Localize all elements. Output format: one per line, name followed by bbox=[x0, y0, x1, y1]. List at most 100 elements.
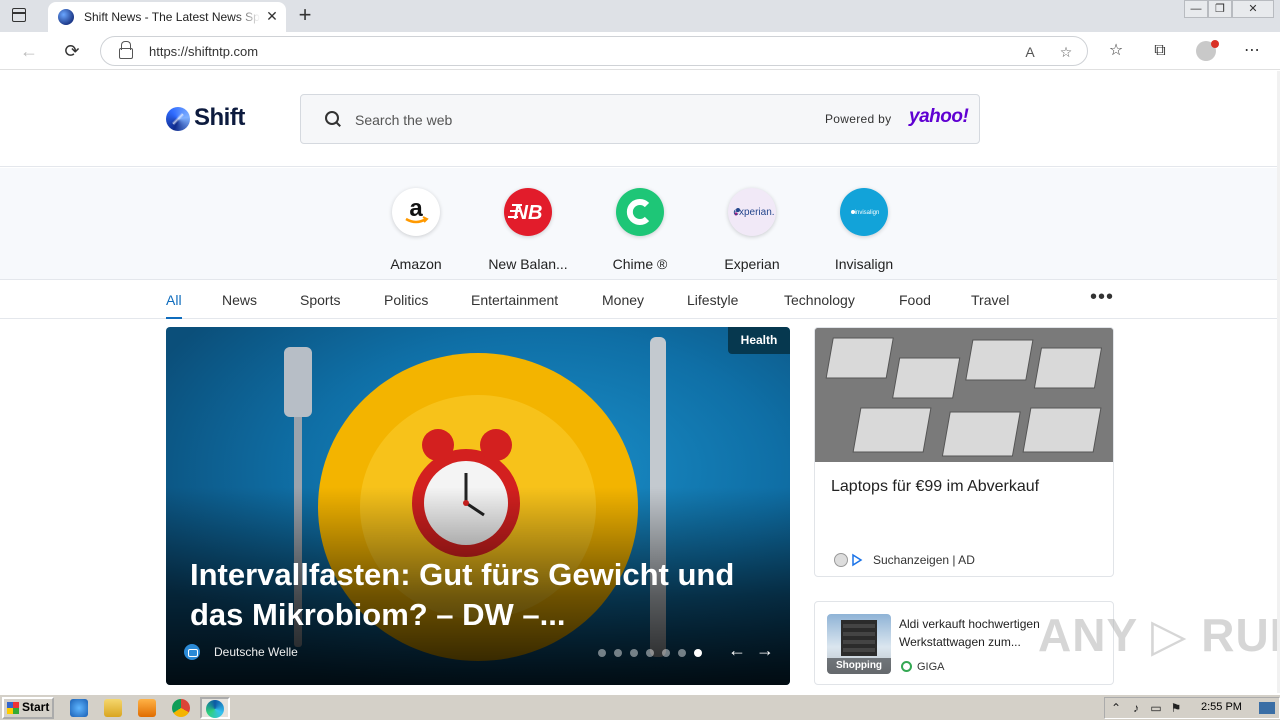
explorer-folder-icon[interactable] bbox=[104, 699, 122, 717]
tab-title: Shift News - The Latest News Sports bbox=[84, 10, 260, 24]
add-favorite-icon[interactable]: ☆ bbox=[1057, 43, 1075, 61]
next-arrow-icon[interactable]: → bbox=[756, 640, 774, 660]
deutsche-welle-icon bbox=[184, 644, 200, 660]
network-icon[interactable]: ▭ bbox=[1149, 701, 1163, 715]
address-bar[interactable]: https://shiftntp.com A ☆ bbox=[100, 36, 1088, 66]
svg-text:a: a bbox=[409, 195, 423, 222]
carousel-dot[interactable] bbox=[598, 649, 606, 657]
collections-icon[interactable]: ⧉ bbox=[1150, 41, 1170, 61]
quick-links: a Amazon NB New Balan... Chime ® experia… bbox=[0, 168, 1280, 280]
giga-icon bbox=[901, 661, 912, 672]
invisalign-icon: invisalign bbox=[840, 188, 888, 236]
quicklink-new-balance[interactable]: NB New Balan... bbox=[478, 188, 578, 272]
browser-tab[interactable]: Shift News - The Latest News Sports ✕ bbox=[48, 2, 286, 32]
ad-card-laptops[interactable]: Laptops für €99 im Abverkauf Suchanzeige… bbox=[814, 327, 1114, 577]
media-player-icon[interactable] bbox=[138, 699, 156, 717]
web-search-box: Powered by yahoo! bbox=[300, 94, 980, 144]
category-badge[interactable]: Health bbox=[728, 327, 790, 354]
quicklink-label: Amazon bbox=[390, 256, 442, 272]
svg-text:experian.: experian. bbox=[733, 207, 774, 218]
tab-money[interactable]: Money bbox=[602, 292, 644, 308]
shopping-label: Shopping bbox=[827, 658, 891, 674]
quicklink-experian[interactable]: experian. Experian bbox=[702, 188, 802, 272]
anyrun-watermark: ANY ▷ RUN bbox=[1038, 609, 1280, 661]
search-input[interactable] bbox=[355, 108, 775, 132]
tab-sports[interactable]: Sports bbox=[300, 292, 340, 308]
chime-icon bbox=[616, 188, 664, 236]
quicklink-label: Experian bbox=[724, 256, 780, 272]
carousel-dot[interactable] bbox=[614, 649, 622, 657]
more-icon[interactable]: ⋯ bbox=[1242, 41, 1262, 61]
ad-label: Suchanzeigen | AD bbox=[873, 553, 975, 567]
start-label: Start bbox=[22, 700, 50, 714]
hero-story[interactable]: Health Intervallfasten: Gut fürs Gewicht… bbox=[166, 327, 790, 685]
favorites-icon[interactable]: ☆ bbox=[1106, 41, 1126, 61]
lock-icon[interactable] bbox=[119, 41, 133, 59]
quicklink-amazon[interactable]: a Amazon bbox=[366, 188, 466, 272]
prev-arrow-icon[interactable]: ← bbox=[728, 640, 746, 660]
tab-lifestyle[interactable]: Lifestyle bbox=[687, 292, 738, 308]
taskbar-clock[interactable]: 2:55 PM bbox=[1201, 701, 1242, 713]
quicklink-label: New Balan... bbox=[488, 256, 568, 272]
chrome-icon[interactable] bbox=[172, 699, 190, 717]
quicklink-chime[interactable]: Chime ® bbox=[590, 188, 690, 272]
quicklink-invisalign[interactable]: invisalign Invisalign bbox=[814, 188, 914, 272]
new-tab-button[interactable]: + bbox=[294, 4, 316, 26]
hero-headline[interactable]: Intervallfasten: Gut fürs Gewicht und da… bbox=[190, 555, 750, 635]
window-close-button[interactable]: ✕ bbox=[1232, 0, 1274, 18]
windows-taskbar: Start ⌃ ♪ ▭ ⚑ 2:55 PM bbox=[0, 694, 1280, 720]
start-button[interactable]: Start bbox=[2, 697, 54, 719]
profile-icon[interactable] bbox=[1196, 40, 1219, 61]
new-balance-icon: NB bbox=[504, 188, 552, 236]
quicklink-label: Invisalign bbox=[834, 256, 894, 272]
hero-source[interactable]: Deutsche Welle bbox=[214, 645, 298, 659]
story-source[interactable]: GIGA bbox=[917, 661, 945, 673]
system-tray: ⌃ ♪ ▭ ⚑ 2:55 PM bbox=[1104, 697, 1280, 719]
tab-actions-icon[interactable] bbox=[10, 6, 30, 26]
quicklink-label: Chime ® bbox=[612, 256, 668, 272]
carousel-dot[interactable] bbox=[678, 649, 686, 657]
carousel-dot[interactable] bbox=[630, 649, 638, 657]
more-categories-icon[interactable]: ••• bbox=[1090, 287, 1114, 309]
tab-news[interactable]: News bbox=[222, 292, 257, 308]
action-center-flag-icon[interactable]: ⚑ bbox=[1169, 701, 1183, 715]
tray-expand-icon[interactable]: ⌃ bbox=[1109, 701, 1123, 715]
powered-by-label: Powered by bbox=[825, 112, 892, 126]
carousel-dot[interactable] bbox=[662, 649, 670, 657]
page-header: Shift Powered by yahoo! bbox=[0, 71, 1280, 167]
workshop-cart-image: Shopping bbox=[827, 614, 891, 674]
browser-tabbar: Shift News - The Latest News Sports ✕ + … bbox=[0, 0, 1280, 32]
tab-entertainment[interactable]: Entertainment bbox=[471, 292, 558, 308]
tab-technology[interactable]: Technology bbox=[784, 292, 855, 308]
tab-politics[interactable]: Politics bbox=[384, 292, 428, 308]
carousel-dot[interactable] bbox=[694, 649, 702, 657]
ad-choices-icon[interactable] bbox=[833, 552, 863, 568]
shift-logo-icon bbox=[166, 107, 190, 131]
experian-icon: experian. bbox=[728, 188, 776, 236]
tab-food[interactable]: Food bbox=[899, 292, 931, 308]
refresh-icon[interactable]: ⟳ bbox=[61, 40, 83, 62]
amazon-icon: a bbox=[392, 188, 440, 236]
address-url[interactable]: https://shiftntp.com bbox=[149, 44, 258, 59]
edge-taskbar-button[interactable] bbox=[200, 697, 230, 719]
restore-button[interactable]: ❐ bbox=[1208, 0, 1232, 18]
carousel-dot[interactable] bbox=[646, 649, 654, 657]
ie-icon[interactable] bbox=[70, 699, 88, 717]
tab-close-icon[interactable]: ✕ bbox=[264, 8, 280, 24]
tab-all[interactable]: All bbox=[166, 292, 182, 319]
svg-text:invisalign: invisalign bbox=[855, 210, 880, 216]
shift-favicon-icon bbox=[58, 9, 74, 25]
category-nav: All News Sports Politics Entertainment M… bbox=[0, 281, 1280, 319]
browser-toolbar: ← ⟳ https://shiftntp.com A ☆ ☆ ⧉ ⋯ bbox=[0, 32, 1280, 70]
back-icon[interactable]: ← bbox=[18, 40, 40, 62]
search-icon[interactable] bbox=[325, 111, 341, 127]
ad-title[interactable]: Laptops für €99 im Abverkauf bbox=[831, 478, 1039, 496]
tab-travel[interactable]: Travel bbox=[971, 292, 1009, 308]
show-desktop-icon[interactable] bbox=[1259, 702, 1275, 714]
minimize-button[interactable]: — bbox=[1184, 0, 1208, 18]
logo-text: Shift bbox=[194, 104, 245, 131]
yahoo-logo[interactable]: yahoo! bbox=[909, 106, 969, 128]
read-aloud-icon[interactable]: A bbox=[1021, 43, 1039, 61]
volume-icon[interactable]: ♪ bbox=[1129, 701, 1143, 715]
windows-flag-icon bbox=[7, 702, 19, 714]
